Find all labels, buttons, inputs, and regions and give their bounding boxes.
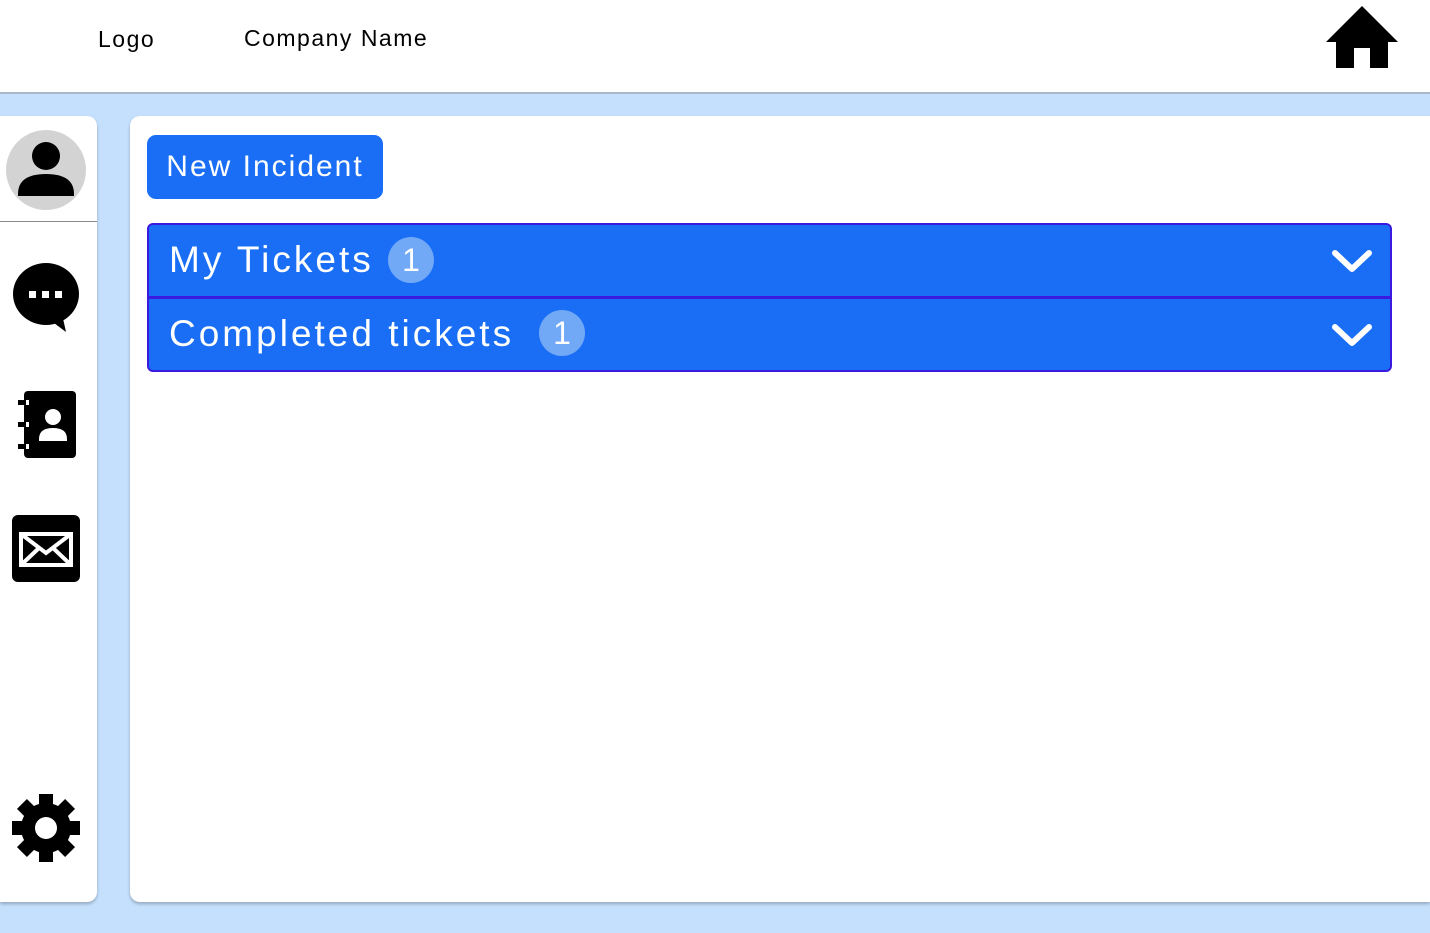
accordion-completed-tickets[interactable]: Completed tickets 1 [149,299,1390,370]
logo[interactable]: Logo [98,26,155,53]
top-header: Logo Company Name [0,0,1430,94]
tickets-accordion: My Tickets 1 Completed tickets 1 [147,223,1392,372]
user-avatar[interactable] [6,130,86,210]
accordion-label: My Tickets [169,239,374,280]
company-name: Company Name [244,25,429,51]
accordion-my-tickets[interactable]: My Tickets 1 [149,225,1390,299]
main-panel: New Incident My Tickets 1 Completed tick… [130,116,1430,902]
home-button[interactable] [1322,2,1402,74]
accordion-label: Completed tickets [169,313,515,354]
gear-icon [12,794,80,862]
settings-button[interactable] [12,793,80,868]
chevron-down-icon [1332,324,1372,346]
sidebar-item-mail[interactable] [12,515,80,588]
count-badge: 1 [388,237,434,283]
home-icon [1326,6,1398,68]
user-avatar-icon [18,142,74,196]
sidebar-item-chat[interactable] [12,262,80,339]
chat-bubble-icon [13,263,79,332]
sidebar-divider [0,221,97,222]
chevron-down-icon [1332,250,1372,272]
contacts-book-icon [18,391,76,458]
mail-icon [12,515,80,582]
sidebar [0,116,97,902]
sidebar-item-contacts[interactable] [18,390,78,465]
new-incident-button[interactable]: New Incident [147,135,383,199]
count-badge: 1 [539,310,585,356]
